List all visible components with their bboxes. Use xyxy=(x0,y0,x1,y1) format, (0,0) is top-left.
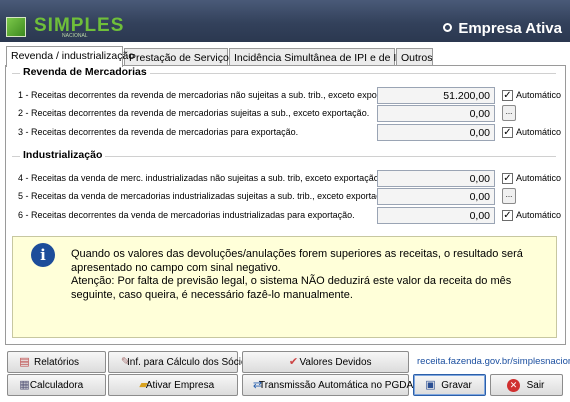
value-field[interactable]: 0,00 xyxy=(377,124,495,141)
row-label: 5 - Receitas da venda de mercadorias ind… xyxy=(18,191,394,201)
row-label: 6 - Receitas decorrentes da venda de mer… xyxy=(18,210,355,220)
app-header: SIMPLES NACIONAL Empresa Ativa xyxy=(0,0,570,42)
tab-outros[interactable]: Outros xyxy=(396,48,433,66)
value-field[interactable]: 0,00 xyxy=(377,105,495,122)
info-message-box: i Quando os valores das devoluções/anula… xyxy=(12,236,557,338)
tab-revenda-industrializacao[interactable]: Revenda / industrialização xyxy=(6,46,134,67)
details-button[interactable]: ... xyxy=(502,188,516,204)
value-field[interactable]: 0,00 xyxy=(377,188,495,205)
sair-button[interactable]: ✕ Sair xyxy=(490,374,563,396)
automatic-checkbox[interactable]: ✓ xyxy=(502,210,513,221)
revenda-row-2: 2 - Receitas decorrentes da revenda de m… xyxy=(18,105,548,123)
info-icon: i xyxy=(31,243,55,267)
app-logo-subtitle: NACIONAL xyxy=(62,33,88,39)
info-line-2: Atenção: Por falta de previsão legal, o … xyxy=(71,275,512,301)
simples-logo-icon xyxy=(6,17,26,37)
radio-icon xyxy=(443,23,453,32)
transmissao-pgdas-button[interactable]: ⇄ Transmissão Automática no PGDAS xyxy=(242,374,420,396)
tab-incidencia-ipi-iss[interactable]: Incidência Simultânea de IPI e de ISS xyxy=(229,48,410,66)
inf-calculo-socios-button[interactable]: ✎ Inf. para Cálculo dos Sócios xyxy=(108,351,252,373)
row-label: 4 - Receitas da venda de merc. industria… xyxy=(18,173,382,183)
automatic-label: Automático xyxy=(516,90,562,100)
value-field[interactable]: 0,00 xyxy=(377,207,495,224)
row-label: 2 - Receitas decorrentes da revenda de m… xyxy=(18,108,370,118)
automatic-label: Automático xyxy=(516,210,562,220)
automatic-checkbox[interactable]: ✓ xyxy=(502,173,513,184)
group-title-revenda: Revenda de Mercadorias xyxy=(20,66,150,78)
receita-link[interactable]: receita.fazenda.gov.br/simplesnacional xyxy=(417,356,570,367)
info-line-1: Quando os valores das devoluções/anulaçõ… xyxy=(71,248,523,274)
automatic-label: Automático xyxy=(516,173,562,183)
industrializacao-row-5: 5 - Receitas da venda de mercadorias ind… xyxy=(18,188,548,206)
revenda-row-3: 3 - Receitas decorrentes da revenda de m… xyxy=(18,124,561,142)
ativar-empresa-button[interactable]: ▰ Ativar Empresa xyxy=(108,374,238,396)
automatic-label: Automático xyxy=(516,127,562,137)
gravar-button[interactable]: ▣ Gravar xyxy=(413,374,486,396)
row-label: 1 - Receitas decorrentes da revenda de m… xyxy=(18,90,405,100)
industrializacao-row-4: 4 - Receitas da venda de merc. industria… xyxy=(18,170,561,188)
group-title-industrializacao: Industrialização xyxy=(20,149,106,161)
revenda-row-1: 1 - Receitas decorrentes da revenda de m… xyxy=(18,87,561,105)
info-text: Quando os valores das devoluções/anulaçõ… xyxy=(71,248,541,302)
relatorios-button[interactable]: ▤ Relatórios xyxy=(7,351,106,373)
automatic-checkbox[interactable]: ✓ xyxy=(502,127,513,138)
calculadora-button[interactable]: ▦ Calculadora xyxy=(7,374,106,396)
industrializacao-row-6: 6 - Receitas decorrentes da venda de mer… xyxy=(18,207,561,225)
valores-devidos-button[interactable]: ✔ Valores Devidos xyxy=(242,351,409,373)
row-label: 3 - Receitas decorrentes da revenda de m… xyxy=(18,127,299,137)
details-button[interactable]: ... xyxy=(502,105,516,121)
empresa-ativa-label[interactable]: Empresa Ativa xyxy=(443,20,562,37)
value-field[interactable]: 51.200,00 xyxy=(377,87,495,104)
value-field[interactable]: 0,00 xyxy=(377,170,495,187)
automatic-checkbox[interactable]: ✓ xyxy=(502,90,513,101)
tab-prestacao-servicos[interactable]: Prestação de Serviços xyxy=(124,48,234,66)
